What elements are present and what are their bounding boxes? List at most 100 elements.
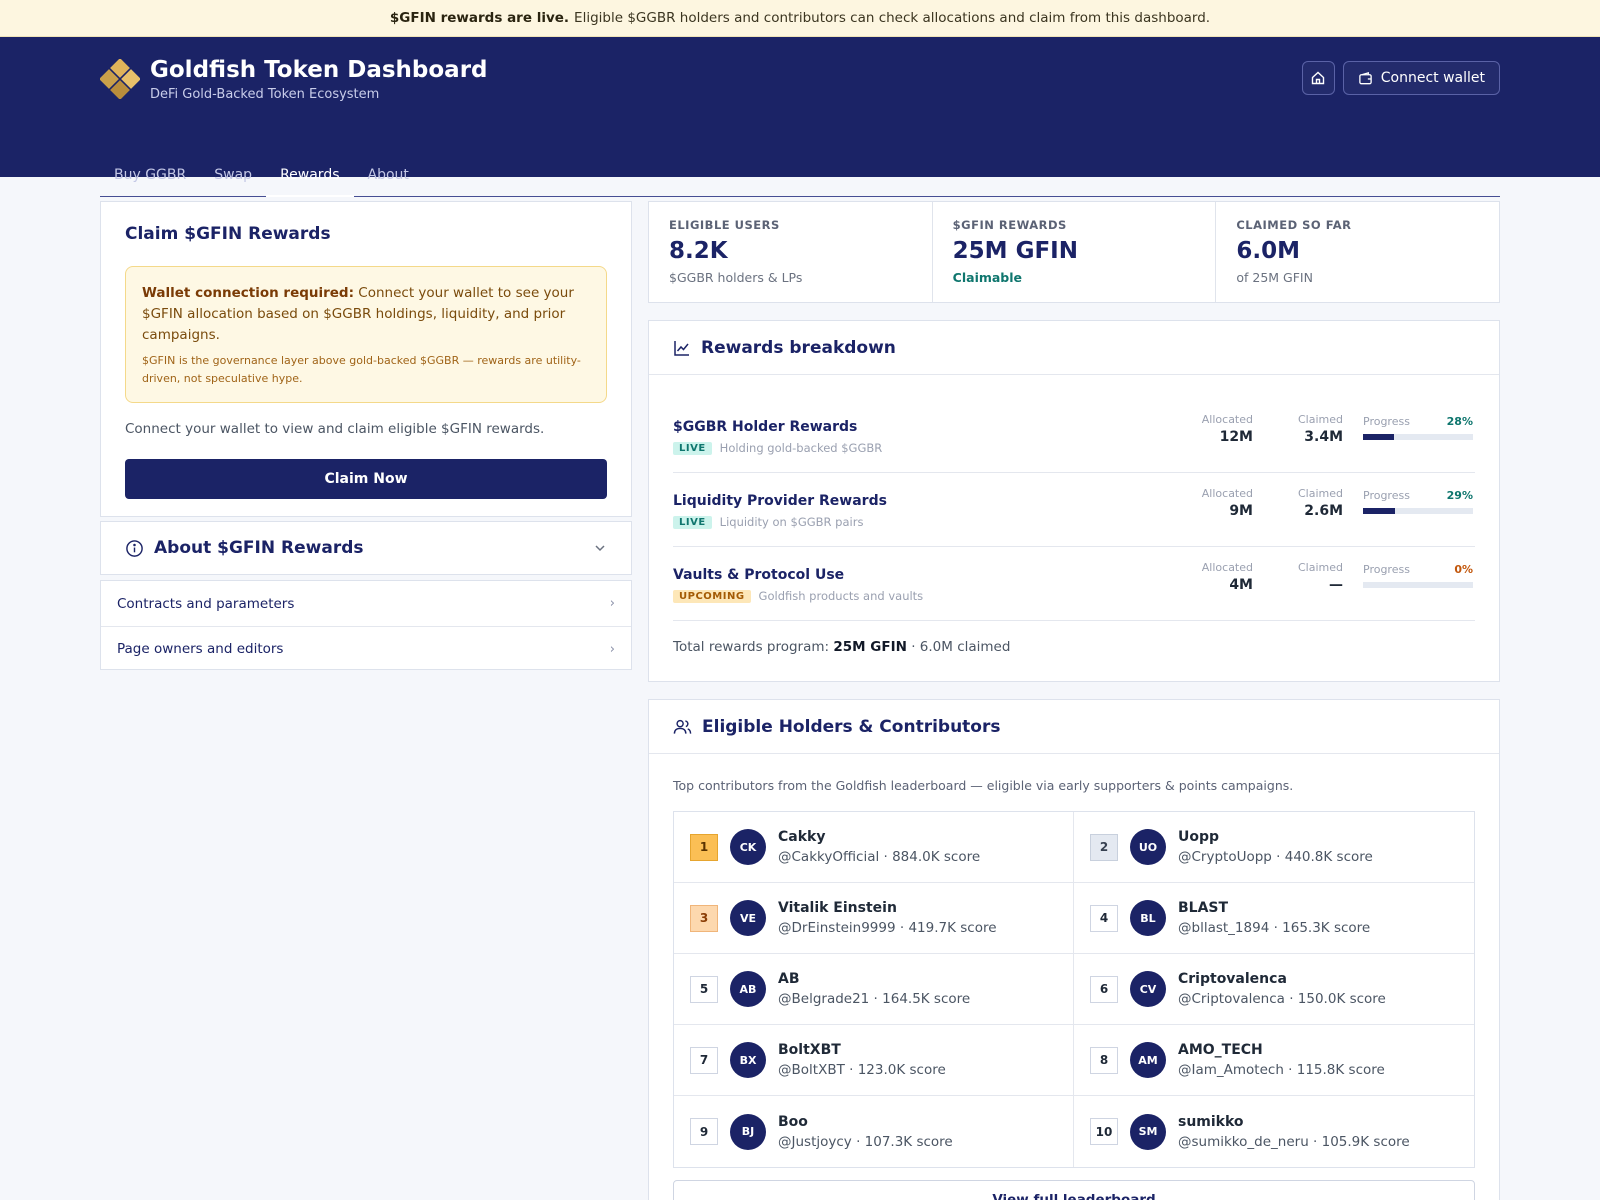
breakdown-row: Vaults & Protocol Use UPCOMING Goldfish … bbox=[673, 547, 1475, 621]
leaderboard-entry[interactable]: 9 BJ Boo @Justjoycy · 107.3K score bbox=[674, 1096, 1074, 1167]
banner-text: Eligible $GGBR holders and contributors … bbox=[574, 10, 1211, 26]
avatar: CV bbox=[1130, 971, 1166, 1007]
contracts-link[interactable]: Contracts and parameters › bbox=[101, 581, 631, 626]
banner-highlight: $GFIN rewards are live. bbox=[389, 10, 570, 26]
claim-now-button[interactable]: Claim Now bbox=[125, 459, 607, 499]
claimed-label: Claimed bbox=[1298, 561, 1343, 574]
progress-percent: 28% bbox=[1446, 415, 1473, 428]
rank-badge: 4 bbox=[1090, 904, 1118, 932]
allocated-value: 9M bbox=[1229, 503, 1253, 519]
nav-about[interactable]: About bbox=[354, 155, 423, 197]
nav-rewards[interactable]: Rewards bbox=[266, 155, 354, 197]
about-links: Contracts and parameters › Page owners a… bbox=[100, 580, 632, 670]
row-name: $GGBR Holder Rewards bbox=[673, 419, 858, 435]
stat-label: CLAIMED SO FAR bbox=[1236, 218, 1352, 232]
holder-name: Uopp bbox=[1178, 829, 1220, 845]
avatar: AM bbox=[1130, 1042, 1166, 1078]
avatar: BJ bbox=[730, 1113, 766, 1150]
rewards-breakdown-card: Rewards breakdown $GGBR Holder Rewards L… bbox=[648, 320, 1500, 682]
status-badge: LIVE bbox=[673, 441, 712, 455]
rank-badge: 10 bbox=[1090, 1118, 1118, 1145]
about-rewards-toggle[interactable]: About $GFIN Rewards bbox=[100, 521, 632, 575]
holders-intro: Top contributors from the Goldfish leade… bbox=[673, 778, 1294, 793]
leaderboard-entry[interactable]: 3 VE Vitalik Einstein @DrEinstein9999 · 419… bbox=[674, 883, 1074, 954]
stat-sub: $GGBR holders & LPs bbox=[669, 270, 803, 285]
holder-handle: @Belgrade21 · 164.5K score bbox=[778, 991, 971, 1007]
holder-name: Criptovalenca bbox=[1178, 971, 1287, 987]
stats-summary: ELIGIBLE USERS 8.2K $GGBR holders & LPs … bbox=[648, 201, 1500, 303]
claimed-value: 2.6M bbox=[1304, 503, 1343, 519]
progress-fill bbox=[1363, 508, 1395, 514]
total-suffix: · 6.0M claimed bbox=[911, 639, 1011, 655]
leaderboard-grid: 1 CK Cakky @CakkyOfficial · 884.0K score 2U… bbox=[673, 811, 1475, 1168]
rank-badge: 8 bbox=[1090, 1046, 1118, 1074]
progress-bar bbox=[1363, 434, 1473, 440]
claimed-value: 3.4M bbox=[1304, 429, 1343, 445]
stat-claimed: CLAIMED SO FAR 6.0M of 25M GFIN bbox=[1215, 202, 1499, 302]
chevron-right-icon: › bbox=[609, 596, 615, 611]
claimed-value: — bbox=[1329, 577, 1343, 593]
rank-badge: 3 bbox=[690, 904, 718, 932]
progress-fill bbox=[1363, 434, 1394, 440]
avatar: AB bbox=[730, 971, 766, 1007]
claimed-label: Claimed bbox=[1298, 413, 1343, 426]
nav-swap[interactable]: Swap bbox=[200, 155, 266, 197]
progress-bar bbox=[1363, 582, 1473, 588]
leaderboard-entry[interactable]: 7 BX BoltXBT @BoltXBT · 123.0K score bbox=[674, 1025, 1074, 1096]
status-badge: LIVE bbox=[673, 515, 712, 529]
nav-buy-ggbr[interactable]: Buy GGBR bbox=[100, 155, 200, 197]
stat-value: 6.0M bbox=[1236, 238, 1300, 264]
chart-icon bbox=[674, 340, 689, 356]
stat-sub: Claimable bbox=[952, 270, 1023, 285]
connect-wallet-button[interactable]: Connect wallet bbox=[1342, 61, 1500, 95]
allocated-label: Allocated bbox=[1201, 487, 1253, 500]
claimed-label: Claimed bbox=[1298, 487, 1343, 500]
holder-name: sumikko bbox=[1178, 1113, 1244, 1130]
page-owners-link[interactable]: Page owners and editors › bbox=[101, 626, 631, 671]
avatar: UO bbox=[1130, 829, 1166, 865]
stat-sub: of 25M GFIN bbox=[1236, 270, 1313, 285]
leaderboard-entry[interactable]: 6 CV Criptovalenca @Criptovalenca · 150.0K … bbox=[1074, 954, 1474, 1025]
progress-percent: 29% bbox=[1446, 489, 1473, 502]
breakdown-row: $GGBR Holder Rewards LIVE Holding gold-b… bbox=[673, 399, 1475, 473]
info-icon bbox=[126, 539, 143, 557]
total-amount: 25M GFIN bbox=[833, 639, 907, 655]
leaderboard-entry[interactable]: 4 BL BLAST @bllast_1894 · 165.3K score bbox=[1074, 883, 1474, 954]
brand[interactable]: Goldfish Token Dashboard DeFi Gold-Backe… bbox=[99, 55, 488, 102]
leaderboard-entry[interactable]: 5 AB AB @Belgrade21 · 164.5K score bbox=[674, 954, 1074, 1025]
leaderboard-entry[interactable]: 1 CK Cakky @CakkyOfficial · 884.0K score bbox=[674, 812, 1074, 883]
home-icon bbox=[1312, 71, 1325, 85]
progress-label: Progress bbox=[1363, 415, 1410, 428]
leaderboard-entry[interactable]: 2 UO Uopp @CryptoUopp · 440.8K score bbox=[1074, 812, 1474, 883]
row-desc: Holding gold-backed $GGBR bbox=[719, 441, 883, 455]
connect-wallet-label: Connect wallet bbox=[1380, 70, 1485, 86]
row-desc: Goldfish products and vaults bbox=[758, 589, 924, 603]
view-leaderboard-button[interactable]: View full leaderboard bbox=[673, 1180, 1475, 1200]
stat-value: 25M GFIN bbox=[952, 238, 1078, 264]
rank-badge: 5 bbox=[690, 975, 718, 1003]
app-subtitle: DeFi Gold-Backed Token Ecosystem bbox=[150, 87, 380, 102]
stat-label: $GFIN REWARDS bbox=[952, 218, 1067, 232]
allocated-label: Allocated bbox=[1201, 561, 1253, 574]
wallet-icon bbox=[1358, 71, 1372, 84]
home-button[interactable] bbox=[1301, 61, 1335, 95]
app-header: Goldfish Token Dashboard DeFi Gold-Backe… bbox=[0, 37, 1600, 197]
progress-label: Progress bbox=[1363, 563, 1410, 576]
program-total: Total rewards program: 25M GFIN · 6.0M c… bbox=[649, 621, 1499, 673]
about-title: About $GFIN Rewards bbox=[154, 538, 364, 558]
holder-handle: @Iam_Amotech · 115.8K score bbox=[1178, 1062, 1385, 1078]
leaderboard-entry[interactable]: 10 SM sumikko @sumikko_de_neru · 105.9K sco… bbox=[1074, 1096, 1474, 1167]
stat-value: 8.2K bbox=[669, 238, 728, 264]
warning-bold: Wallet connection required: bbox=[142, 285, 354, 301]
holder-name: AB bbox=[778, 971, 800, 987]
allocated-label: Allocated bbox=[1201, 413, 1253, 426]
progress-bar bbox=[1363, 508, 1473, 514]
row-desc: Liquidity on $GGBR pairs bbox=[719, 515, 864, 529]
holder-name: BLAST bbox=[1178, 900, 1229, 916]
leaderboard-entry[interactable]: 8 AM AMO_TECH @Iam_Amotech · 115.8K score bbox=[1074, 1025, 1474, 1096]
holder-name: Cakky bbox=[778, 829, 826, 845]
progress-label: Progress bbox=[1363, 489, 1410, 502]
eligible-holders-card: Eligible Holders & Contributors Top cont… bbox=[648, 699, 1500, 1200]
breakdown-row: Liquidity Provider Rewards LIVE Liquidit… bbox=[673, 473, 1475, 547]
progress-percent: 0% bbox=[1454, 563, 1473, 576]
